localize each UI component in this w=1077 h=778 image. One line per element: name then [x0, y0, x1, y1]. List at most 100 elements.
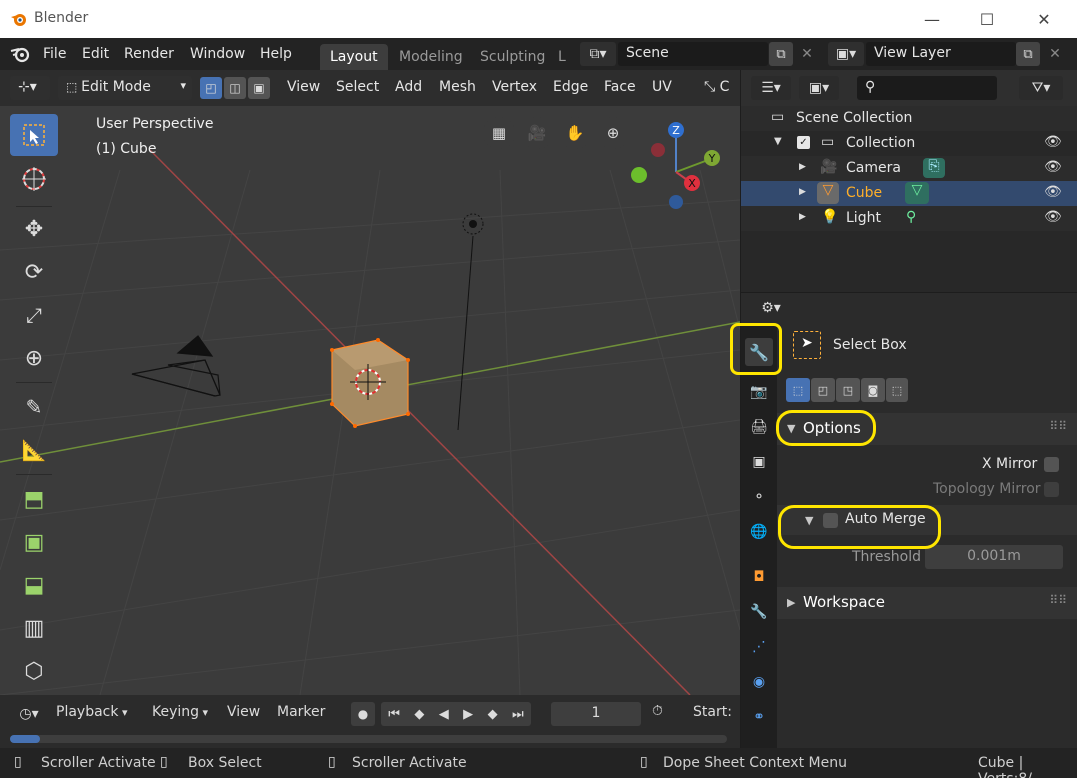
tab-overflow[interactable]: L: [554, 44, 572, 70]
menu-render[interactable]: Render: [124, 46, 174, 62]
zoom-view-button[interactable]: ⊕: [597, 117, 629, 149]
edge-select-button[interactable]: ◫: [224, 77, 246, 99]
tab-particles[interactable]: ⋰: [745, 633, 773, 661]
vertex-select-button[interactable]: ◰: [200, 77, 222, 99]
stopwatch-icon[interactable]: ⏱: [652, 703, 663, 719]
scene-selector-button[interactable]: ⧉▾: [580, 42, 616, 66]
outliner-row-light[interactable]: ▶ 💡 Light ⚲ 👁: [741, 206, 1077, 231]
properties-editor-type-button[interactable]: ⚙▾: [751, 296, 791, 320]
timeline-view-menu[interactable]: View: [227, 704, 260, 720]
select-box-tool[interactable]: [10, 114, 58, 156]
new-view-layer-button[interactable]: ⧉: [1016, 42, 1040, 66]
timeline-marker-menu[interactable]: Marker: [277, 704, 325, 720]
transform-tool[interactable]: ⊕: [10, 337, 58, 379]
pan-view-button[interactable]: ✋: [559, 117, 591, 149]
select-set-button[interactable]: ⬚: [786, 378, 810, 402]
outliner-search-input[interactable]: ⚲: [857, 76, 997, 100]
bevel-tool[interactable]: ⬓: [10, 564, 58, 606]
visibility-eye-icon[interactable]: 👁: [1044, 159, 1062, 175]
filter-button[interactable]: ⛛▾: [1019, 76, 1063, 100]
maximize-button[interactable]: ☐: [958, 0, 1016, 38]
delete-view-layer-button[interactable]: ✕: [1043, 42, 1067, 66]
jump-end-icon[interactable]: ⏭: [512, 707, 524, 722]
select-invert-button[interactable]: ◙: [861, 378, 885, 402]
drag-handle-icon[interactable]: ⠿⠿: [1049, 419, 1067, 433]
menu-edge[interactable]: Edge: [553, 79, 588, 95]
current-frame-field[interactable]: 1: [551, 702, 641, 726]
tab-physics[interactable]: ◉: [745, 668, 773, 696]
select-intersect-button[interactable]: ⬚: [886, 378, 908, 402]
editor-type-button[interactable]: ⊹▾: [10, 76, 50, 100]
camera-view-button[interactable]: 🎥: [521, 117, 553, 149]
visibility-eye-icon[interactable]: 👁: [1044, 134, 1062, 150]
select-subtract-button[interactable]: ◳: [836, 378, 860, 402]
timeline-editor-type-button[interactable]: ◷▾: [10, 702, 48, 726]
expand-triangle-icon[interactable]: ▶: [799, 187, 806, 197]
light-object[interactable]: [457, 213, 484, 431]
scale-tool[interactable]: ⤢: [10, 294, 58, 336]
transform-orientation-icon[interactable]: ⤡ C: [704, 79, 729, 95]
jump-start-icon[interactable]: ⏮: [388, 707, 400, 722]
outliner-row-camera[interactable]: ▶ 🎥 Camera ⎘ 👁: [741, 156, 1077, 181]
scene-name-field[interactable]: Scene: [618, 42, 768, 66]
timeline-scrollbar[interactable]: [10, 735, 727, 743]
tab-scene[interactable]: ⚬: [745, 483, 773, 511]
close-button[interactable]: ✕: [1015, 0, 1073, 38]
threshold-field[interactable]: 0.001m: [925, 545, 1063, 569]
expand-triangle-icon[interactable]: ▼: [774, 136, 782, 147]
tab-world[interactable]: 🌐: [745, 518, 773, 546]
tab-modifiers[interactable]: 🔧: [745, 598, 773, 626]
display-mode-button[interactable]: ▣▾: [799, 76, 839, 100]
annotate-tool[interactable]: ✎: [10, 386, 58, 428]
menu-vertex[interactable]: Vertex: [492, 79, 537, 95]
expand-triangle-icon[interactable]: ▶: [799, 212, 806, 222]
drag-handle-icon[interactable]: ⠿⠿: [1049, 593, 1067, 607]
loop-cut-tool[interactable]: ▥: [10, 607, 58, 649]
record-button[interactable]: ●: [351, 702, 375, 726]
play-reverse-icon[interactable]: ◀: [439, 707, 449, 722]
rotate-tool[interactable]: ⟳: [10, 251, 58, 293]
view-layer-selector-button[interactable]: ▣▾: [828, 42, 864, 66]
include-checkbox[interactable]: ✓: [797, 136, 810, 149]
tab-render[interactable]: 📷: [745, 378, 773, 406]
tab-view-layer[interactable]: ▣: [745, 448, 773, 476]
extrude-tool[interactable]: ⬒: [10, 478, 58, 520]
move-tool[interactable]: ✥: [10, 208, 58, 250]
blender-menu-icon[interactable]: [10, 45, 30, 63]
menu-view[interactable]: View: [287, 79, 320, 95]
measure-tool[interactable]: 📐: [10, 429, 58, 471]
toggle-ortho-button[interactable]: ▦: [483, 117, 515, 149]
workspace-panel-header[interactable]: ▶ Workspace ⠿⠿: [777, 587, 1077, 619]
menu-help[interactable]: Help: [260, 46, 292, 62]
new-scene-button[interactable]: ⧉: [769, 42, 793, 66]
minimize-button[interactable]: —: [903, 0, 961, 38]
tab-sculpting[interactable]: Sculpting: [470, 44, 555, 70]
menu-add[interactable]: Add: [395, 79, 422, 95]
menu-edit[interactable]: Edit: [82, 46, 109, 62]
outliner-row-scene-collection[interactable]: ▭ Scene Collection: [741, 106, 1077, 131]
tab-constraints[interactable]: ⚭: [745, 703, 773, 731]
cursor-tool[interactable]: [10, 158, 58, 200]
inset-tool[interactable]: ▣: [10, 521, 58, 563]
x-mirror-checkbox[interactable]: [1044, 457, 1059, 472]
3d-viewport[interactable]: Z Y X ⊹▾ ⬚ Edit Mode ▾ ◰ ◫ ▣ View Select…: [0, 70, 740, 695]
tab-layout[interactable]: Layout: [320, 44, 388, 70]
jump-keyframe-forward-icon[interactable]: ◆: [488, 707, 498, 722]
outliner-editor-type-button[interactable]: ☰▾: [751, 76, 791, 100]
tab-object[interactable]: ◘: [745, 563, 773, 591]
play-icon[interactable]: ▶: [463, 707, 473, 722]
playback-menu[interactable]: Playback ▾: [56, 704, 128, 720]
menu-file[interactable]: File: [43, 46, 66, 62]
face-select-button[interactable]: ▣: [248, 77, 270, 99]
timeline-scrollbar-thumb[interactable]: [10, 735, 40, 743]
cube-object[interactable]: [330, 338, 410, 428]
mode-selector[interactable]: ⬚ Edit Mode ▾: [58, 76, 192, 100]
visibility-eye-icon[interactable]: 👁: [1044, 184, 1062, 200]
menu-window[interactable]: Window: [190, 46, 245, 62]
keying-menu[interactable]: Keying ▾: [152, 704, 208, 720]
knife-tool[interactable]: ⬡: [10, 650, 58, 692]
menu-uv[interactable]: UV: [652, 79, 672, 95]
jump-keyframe-back-icon[interactable]: ◆: [414, 707, 424, 722]
outliner-row-collection[interactable]: ▼ ✓ ▭ Collection 👁: [741, 131, 1077, 156]
select-extend-button[interactable]: ◰: [811, 378, 835, 402]
